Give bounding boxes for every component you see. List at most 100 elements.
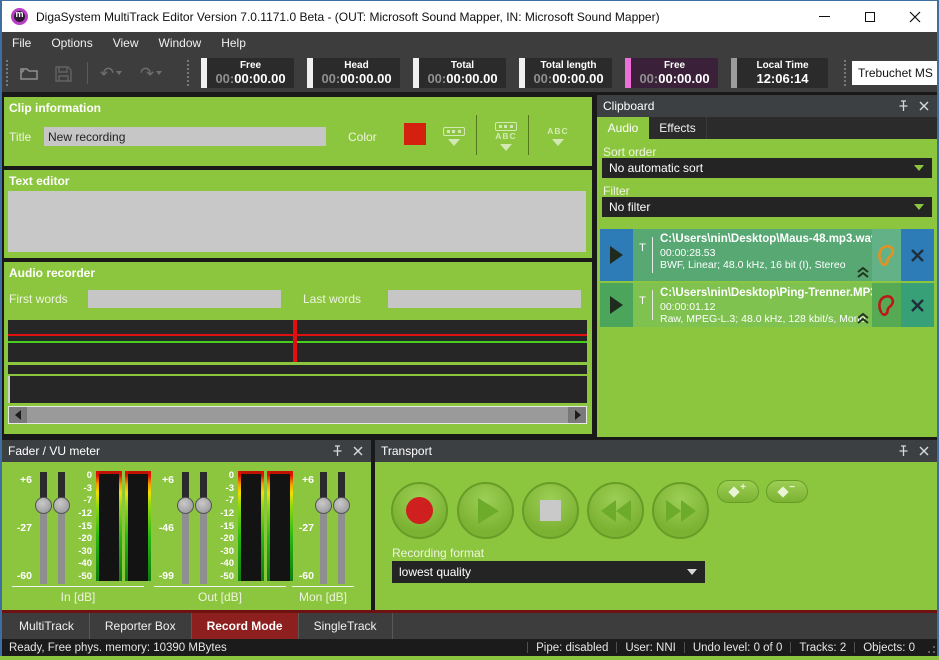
status-bar: Ready, Free phys. memory: 10390 MBytes P… bbox=[2, 639, 937, 656]
menu-file[interactable]: File bbox=[2, 32, 41, 54]
close-icon[interactable] bbox=[919, 446, 929, 456]
clip-title-input[interactable] bbox=[44, 127, 326, 146]
chevron-down-icon bbox=[914, 204, 924, 210]
play-button[interactable] bbox=[457, 482, 514, 539]
arrow-left-icon bbox=[15, 410, 21, 420]
vu-meter bbox=[96, 471, 122, 581]
toolbar-drag-handle[interactable] bbox=[187, 60, 189, 86]
panel-title: Audio recorder bbox=[9, 266, 95, 280]
fader-knob[interactable] bbox=[177, 497, 194, 514]
transport-header: Transport bbox=[375, 440, 937, 462]
fader-knob[interactable] bbox=[35, 497, 52, 514]
fader-slider[interactable] bbox=[40, 472, 47, 584]
waveform-display[interactable] bbox=[8, 320, 587, 424]
panel-title: Text editor bbox=[9, 174, 69, 188]
fader-slider[interactable] bbox=[200, 472, 207, 584]
maximize-button[interactable] bbox=[847, 1, 892, 32]
menu-help[interactable]: Help bbox=[211, 32, 256, 54]
remove-marker-button[interactable]: − bbox=[766, 480, 808, 503]
close-icon[interactable] bbox=[353, 446, 363, 456]
waveform-scrollbar[interactable] bbox=[8, 406, 587, 424]
resize-grip[interactable] bbox=[923, 639, 937, 656]
close-icon[interactable] bbox=[919, 101, 929, 111]
save-icon bbox=[54, 65, 72, 82]
fader-slider[interactable] bbox=[182, 472, 189, 584]
stop-icon bbox=[540, 500, 561, 521]
strip-abc-dropdown-button[interactable]: ABC bbox=[488, 117, 524, 155]
undo-button[interactable]: ↶ bbox=[95, 61, 127, 85]
tab-multitrack[interactable]: MultiTrack bbox=[4, 613, 90, 639]
font-selector[interactable]: Trebuchet MS bbox=[852, 61, 937, 85]
monitor-button[interactable] bbox=[872, 229, 901, 281]
rewind-button[interactable] bbox=[587, 482, 644, 539]
status-undo-level: Undo level: 0 of 0 bbox=[684, 642, 791, 654]
minimize-button[interactable] bbox=[802, 1, 847, 32]
status-objects: Objects: 0 bbox=[854, 642, 923, 654]
redo-caret-icon bbox=[156, 71, 162, 75]
forward-button[interactable] bbox=[652, 482, 709, 539]
marker-strip bbox=[8, 365, 587, 374]
toolbar-drag-handle[interactable] bbox=[6, 60, 8, 86]
abc-dropdown-button[interactable]: ABC bbox=[540, 117, 576, 155]
fader-knob[interactable] bbox=[315, 497, 332, 514]
menu-options[interactable]: Options bbox=[41, 32, 102, 54]
record-button[interactable] bbox=[391, 482, 448, 539]
fader-slider[interactable] bbox=[58, 472, 65, 584]
color-swatch[interactable] bbox=[404, 123, 426, 145]
scrollbar-thumb[interactable] bbox=[26, 407, 569, 423]
last-words-label: Last words bbox=[303, 292, 361, 306]
title-bar: m DigaSystem MultiTrack Editor Version 7… bbox=[2, 1, 937, 32]
expand-icon[interactable] bbox=[856, 266, 870, 279]
status-ready: Ready, Free phys. memory: 10390 MBytes bbox=[9, 642, 227, 654]
play-icon bbox=[478, 498, 499, 524]
fader-vu-panel: Fader / VU meter +6 -27 -60 0-3-7-12-15-… bbox=[2, 440, 371, 610]
tab-record-mode[interactable]: Record Mode bbox=[192, 613, 299, 639]
diamond-minus-icon bbox=[777, 486, 788, 497]
close-button[interactable] bbox=[892, 1, 937, 32]
scroll-right-button[interactable] bbox=[569, 407, 586, 423]
playhead-cursor[interactable] bbox=[293, 320, 297, 362]
first-words-input[interactable] bbox=[88, 290, 281, 308]
window-bottom-border bbox=[0, 656, 939, 660]
clip-play-button[interactable] bbox=[600, 229, 633, 281]
panel-title: Clipboard bbox=[603, 99, 654, 113]
fader-slider[interactable] bbox=[338, 472, 345, 584]
open-button[interactable] bbox=[16, 61, 42, 85]
fader-knob[interactable] bbox=[333, 497, 350, 514]
clip-play-button[interactable] bbox=[600, 283, 633, 327]
clipboard-item[interactable]: T C:\Users\nin\Desktop\Ping-Trenner.MP3 … bbox=[600, 283, 934, 327]
tab-singletrack[interactable]: SingleTrack bbox=[299, 613, 393, 639]
sort-order-select[interactable]: No automatic sort bbox=[602, 158, 932, 178]
scroll-left-button[interactable] bbox=[9, 407, 26, 423]
add-marker-button[interactable]: + bbox=[717, 480, 759, 503]
text-editor-panel: Text editor bbox=[4, 170, 592, 258]
last-words-input[interactable] bbox=[388, 290, 581, 308]
fader-slider[interactable] bbox=[320, 472, 327, 584]
menu-view[interactable]: View bbox=[103, 32, 149, 54]
redo-button[interactable]: ↷ bbox=[135, 61, 167, 85]
pin-icon[interactable] bbox=[898, 445, 909, 457]
redo-icon: ↷ bbox=[140, 65, 154, 82]
clip-remove-button[interactable] bbox=[901, 229, 934, 281]
pin-icon[interactable] bbox=[332, 445, 343, 457]
vu-scale: 0-3-7-12-15-20-30-40-50 bbox=[68, 471, 92, 581]
stop-button[interactable] bbox=[522, 482, 579, 539]
filter-select[interactable]: No filter bbox=[602, 197, 932, 217]
pin-icon[interactable] bbox=[898, 100, 909, 112]
tab-audio[interactable]: Audio bbox=[597, 117, 649, 139]
recording-format-select[interactable]: lowest quality bbox=[392, 561, 705, 583]
clip-remove-button[interactable] bbox=[901, 283, 934, 327]
toolbar-drag-handle[interactable] bbox=[844, 60, 846, 86]
save-button[interactable] bbox=[50, 61, 76, 85]
text-editor-area[interactable] bbox=[8, 191, 586, 252]
monitor-button[interactable] bbox=[872, 283, 901, 327]
tab-reporter-box[interactable]: Reporter Box bbox=[90, 613, 192, 639]
chevron-down-icon bbox=[552, 139, 564, 146]
expand-icon[interactable] bbox=[856, 312, 870, 325]
chevron-down-icon bbox=[914, 165, 924, 171]
clipboard-item[interactable]: T C:\Users\nin\Desktop\Maus-48.mp3.wav 0… bbox=[600, 229, 934, 281]
tab-effects[interactable]: Effects bbox=[649, 117, 707, 139]
ear-icon bbox=[877, 243, 896, 268]
color-dropdown-button[interactable] bbox=[436, 117, 472, 155]
menu-window[interactable]: Window bbox=[149, 32, 212, 54]
